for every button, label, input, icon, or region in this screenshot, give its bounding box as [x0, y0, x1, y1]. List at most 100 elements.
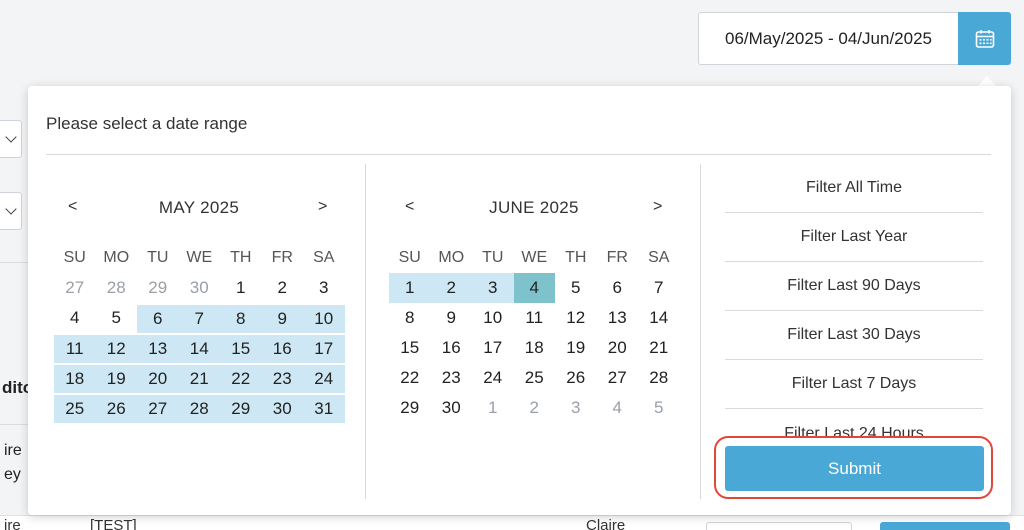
calendar-day[interactable]: 22 — [220, 363, 262, 393]
calendar-day[interactable]: 27 — [137, 393, 179, 423]
calendar-day[interactable]: 2 — [430, 273, 472, 303]
calendar-day[interactable]: 23 — [261, 363, 303, 393]
calendar-day[interactable]: 26 — [555, 363, 597, 393]
calendar-day[interactable]: 5 — [555, 273, 597, 303]
calendar-prev-button[interactable]: < — [68, 198, 77, 216]
calendar-day[interactable]: 11 — [514, 303, 556, 333]
calendar-day[interactable]: 10 — [303, 303, 345, 333]
background-cell: ey — [4, 466, 21, 483]
calendar-day[interactable]: 25 — [54, 393, 96, 423]
calendar-day[interactable]: 6 — [597, 273, 639, 303]
filter-last-30-days[interactable]: Filter Last 30 Days — [725, 311, 983, 360]
calendar-day[interactable]: 30 — [179, 273, 221, 303]
calendar-day[interactable]: 19 — [95, 363, 137, 393]
calendar-day[interactable]: 21 — [178, 363, 220, 393]
weekday-label: MO — [438, 249, 465, 266]
calendar-day[interactable]: 18 — [54, 363, 96, 393]
calendar-day[interactable]: 29 — [220, 393, 262, 423]
calendar-day[interactable]: 5 — [96, 303, 138, 333]
calendar-day[interactable]: 28 — [178, 393, 220, 423]
calendar-day[interactable]: 1 — [220, 273, 262, 303]
calendar-day[interactable]: 21 — [638, 333, 680, 363]
calendar-day[interactable]: 29 — [389, 393, 431, 423]
calendar-day[interactable]: 4 — [513, 273, 555, 303]
calendar-day[interactable]: 1 — [389, 273, 431, 303]
calendar-day[interactable]: 26 — [95, 393, 137, 423]
divider — [365, 164, 366, 499]
chevron-down-icon — [5, 203, 17, 215]
calendar-prev-button[interactable]: < — [405, 198, 414, 216]
calendar-day[interactable]: 18 — [514, 333, 556, 363]
calendar-day[interactable]: 17 — [472, 333, 514, 363]
background-cell: ire — [4, 442, 22, 459]
date-range-input[interactable]: 06/May/2025 - 04/Jun/2025 — [698, 12, 958, 65]
calendar-day[interactable]: 8 — [220, 303, 262, 333]
filter-last-7-days[interactable]: Filter Last 7 Days — [725, 360, 983, 409]
calendar-day[interactable]: 4 — [597, 393, 639, 423]
calendar-day[interactable]: 20 — [597, 333, 639, 363]
calendar-day[interactable]: 8 — [389, 303, 431, 333]
calendar-day[interactable]: 24 — [472, 363, 514, 393]
background-button[interactable] — [706, 522, 852, 530]
weekday-label: TU — [147, 249, 169, 266]
calendar-next-button[interactable]: > — [653, 198, 662, 216]
weekday-label: TU — [482, 249, 504, 266]
submit-button[interactable]: Submit — [725, 446, 984, 491]
calendar-icon — [975, 29, 994, 48]
calendar-day[interactable]: 31 — [303, 393, 345, 423]
calendar-day[interactable]: 15 — [389, 333, 431, 363]
background-cell: Claire — [586, 517, 626, 530]
background-dropdown[interactable] — [0, 192, 22, 230]
background-button[interactable] — [880, 522, 1010, 530]
calendar-day[interactable]: 3 — [555, 393, 597, 423]
calendar-day[interactable]: 3 — [303, 273, 345, 303]
calendar-day[interactable]: 7 — [178, 303, 220, 333]
calendar-day[interactable]: 27 — [54, 273, 96, 303]
calendar-day[interactable]: 13 — [597, 303, 639, 333]
calendar-day[interactable]: 14 — [178, 333, 220, 363]
calendar-day[interactable]: 7 — [638, 273, 680, 303]
weekday-label: WE — [186, 249, 213, 266]
calendar-day[interactable]: 20 — [137, 363, 179, 393]
calendar-day[interactable]: 30 — [261, 393, 303, 423]
calendar-day[interactable]: 15 — [220, 333, 262, 363]
calendar-day[interactable]: 6 — [137, 303, 179, 333]
calendar-day[interactable]: 14 — [638, 303, 680, 333]
calendar-day[interactable]: 1 — [472, 393, 514, 423]
popup-title: Please select a date range — [46, 114, 248, 133]
calendar-day[interactable]: 25 — [514, 363, 556, 393]
divider — [700, 164, 701, 499]
calendar-day[interactable]: 10 — [472, 303, 514, 333]
filter-all-time[interactable]: Filter All Time — [725, 164, 983, 213]
calendar-day[interactable]: 12 — [555, 303, 597, 333]
calendar-day[interactable]: 9 — [261, 303, 303, 333]
calendar-day[interactable]: 12 — [95, 333, 137, 363]
calendar-day[interactable]: 9 — [431, 303, 473, 333]
calendar-day[interactable]: 4 — [54, 303, 96, 333]
calendar-day[interactable]: 28 — [638, 363, 680, 393]
calendar-day[interactable]: 30 — [431, 393, 473, 423]
calendar-day[interactable]: 29 — [137, 273, 179, 303]
calendar-day[interactable]: 19 — [555, 333, 597, 363]
background-cell: [TEST] — [90, 517, 137, 530]
background-dropdown[interactable] — [0, 120, 22, 158]
calendar-day[interactable]: 13 — [137, 333, 179, 363]
calendar-day[interactable]: 22 — [389, 363, 431, 393]
calendar-day[interactable]: 2 — [514, 393, 556, 423]
filter-last-90-days[interactable]: Filter Last 90 Days — [725, 262, 983, 311]
calendar-day[interactable]: 16 — [261, 333, 303, 363]
weekday-label: SU — [398, 249, 421, 266]
filter-last-year[interactable]: Filter Last Year — [725, 213, 983, 262]
calendar-day[interactable]: 23 — [431, 363, 473, 393]
calendar-next-button[interactable]: > — [318, 198, 327, 216]
calendar-day[interactable]: 2 — [262, 273, 304, 303]
calendar-day[interactable]: 24 — [303, 363, 345, 393]
calendar-day[interactable]: 27 — [597, 363, 639, 393]
calendar-day[interactable]: 11 — [54, 333, 96, 363]
calendar-day[interactable]: 3 — [472, 273, 514, 303]
calendar-day[interactable]: 17 — [303, 333, 345, 363]
calendar-day[interactable]: 16 — [431, 333, 473, 363]
calendar-day[interactable]: 5 — [638, 393, 680, 423]
calendar-day[interactable]: 28 — [96, 273, 138, 303]
calendar-toggle-button[interactable] — [958, 12, 1011, 65]
